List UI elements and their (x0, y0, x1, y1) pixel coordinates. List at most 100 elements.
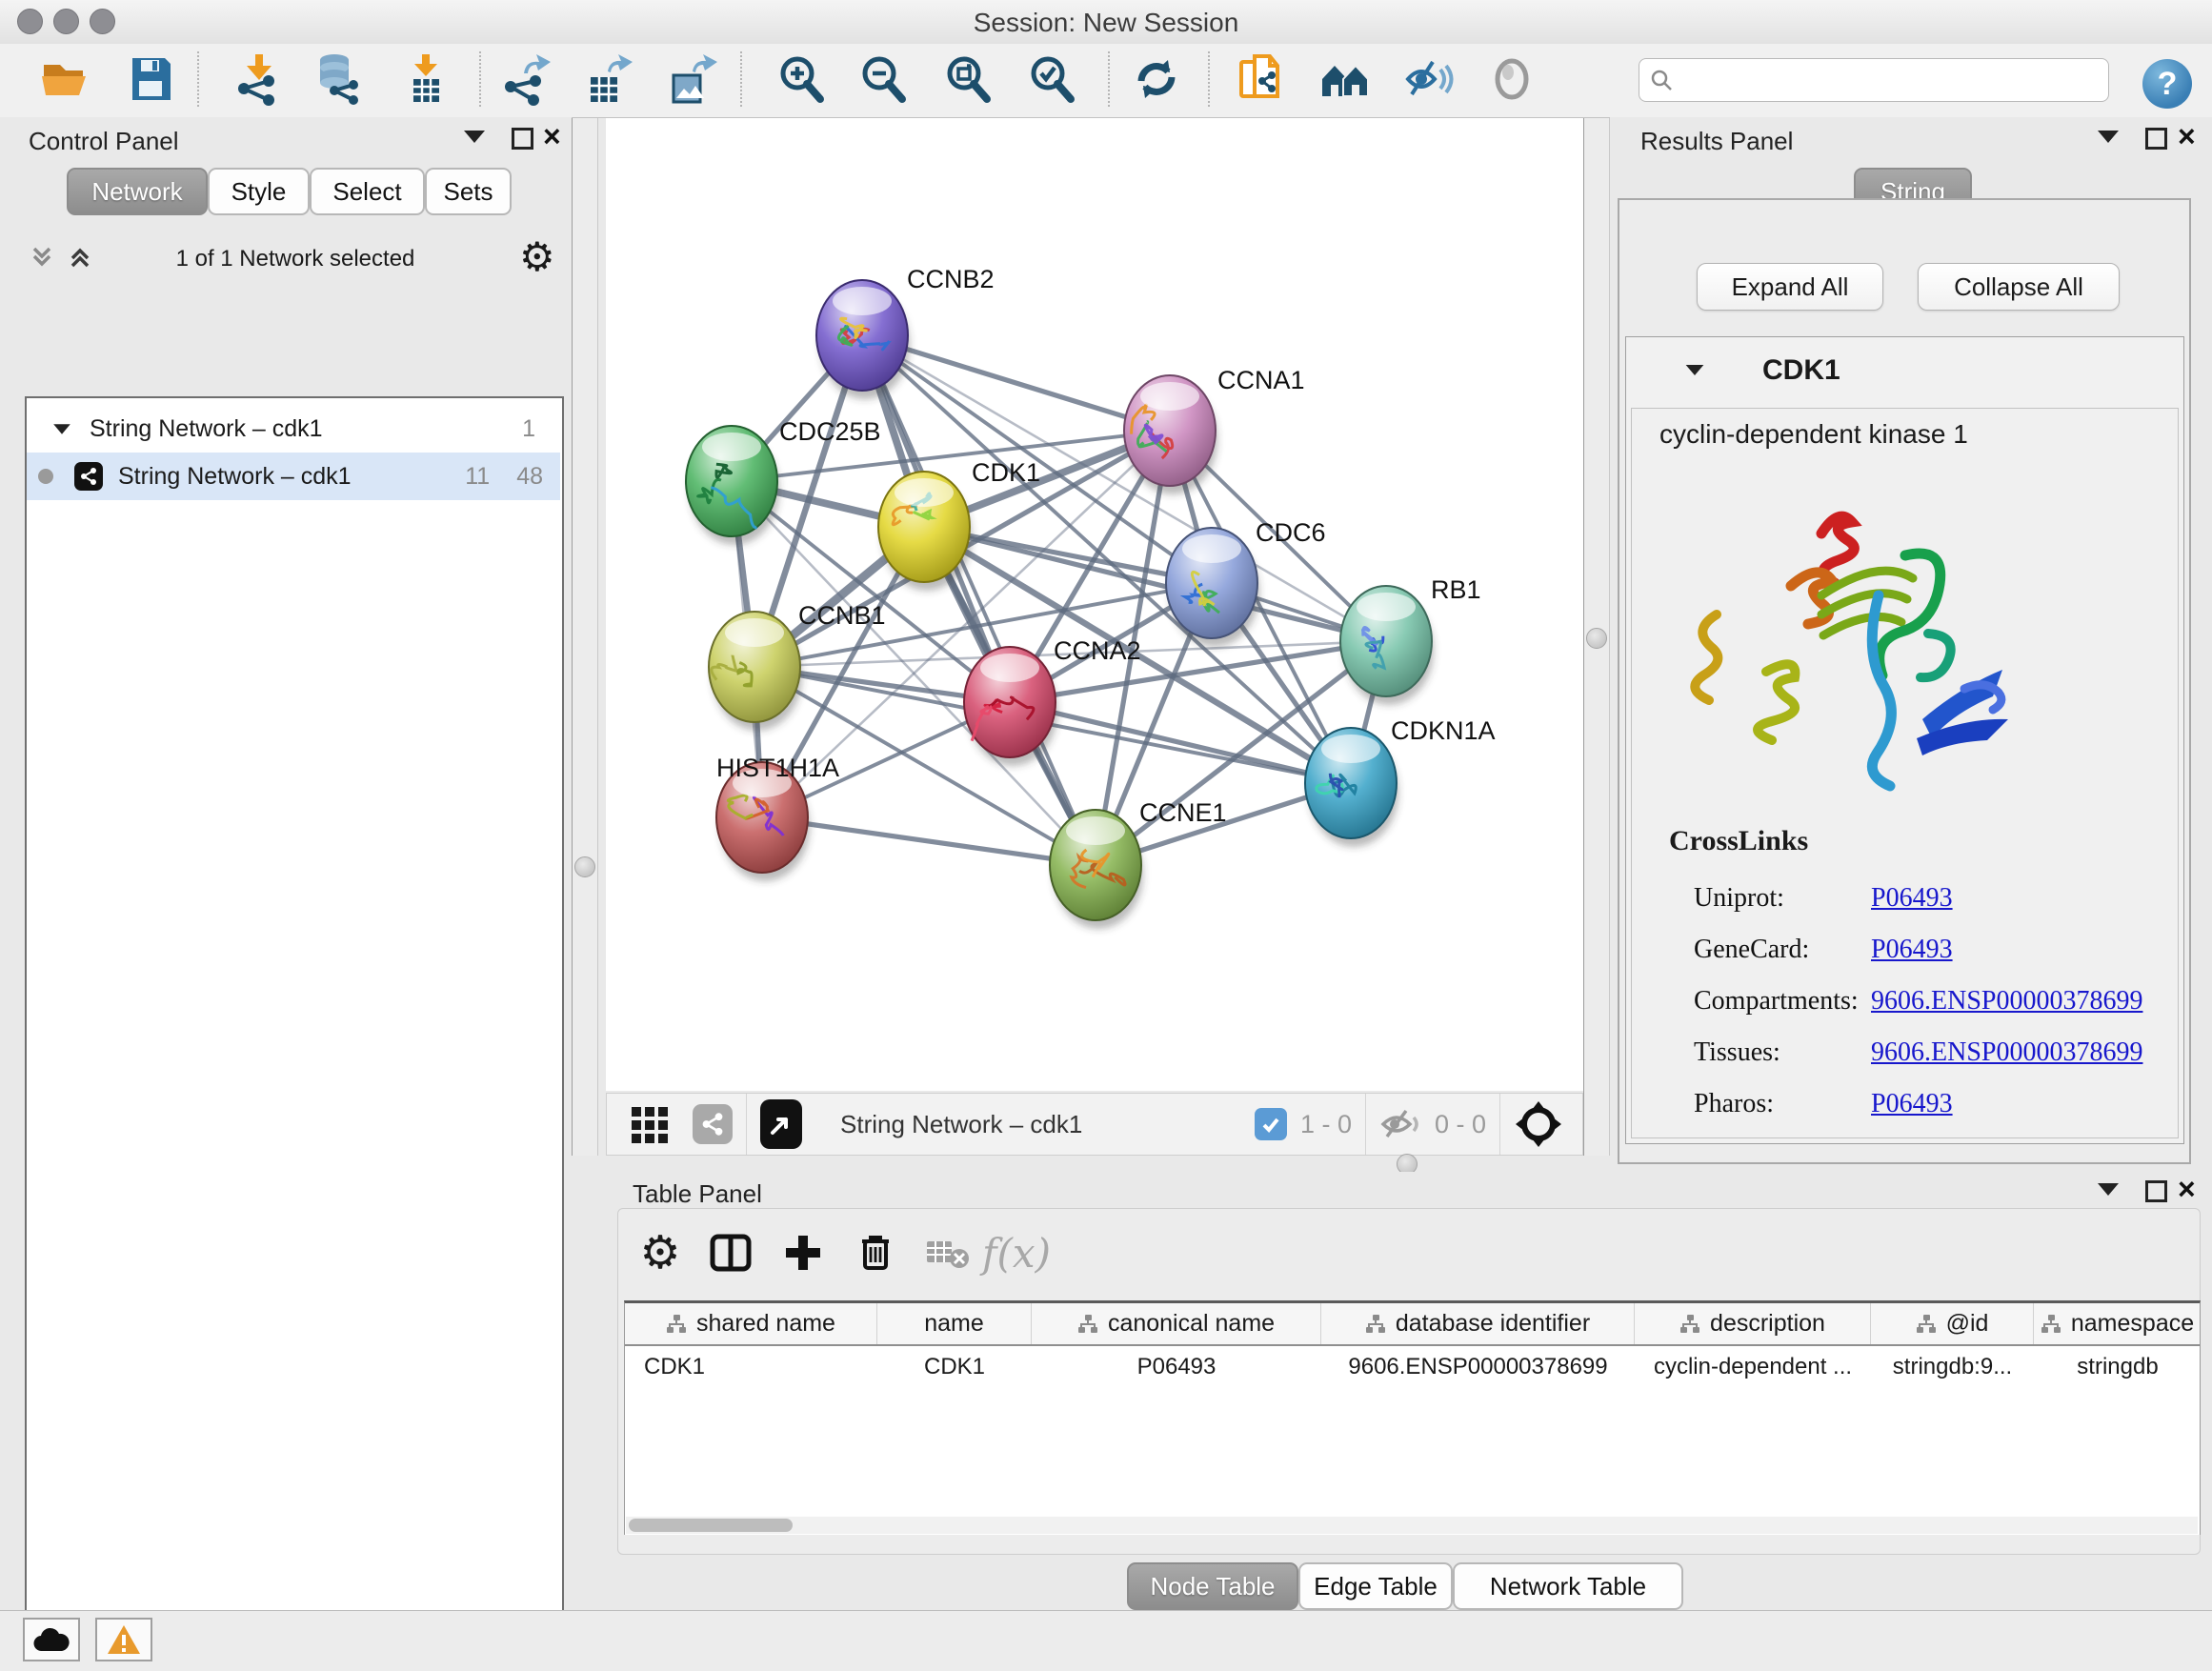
panel-maximize-icon[interactable] (512, 128, 533, 150)
table-cell[interactable]: stringdb (2034, 1346, 2201, 1388)
hidden-eye-icon[interactable] (1379, 1105, 1423, 1143)
panel-close-icon[interactable]: × (2178, 127, 2196, 146)
create-column-icon[interactable] (776, 1226, 830, 1279)
left-splitter[interactable] (572, 118, 598, 1156)
table-row[interactable]: CDK1CDK1P064939606.ENSP00000378699cyclin… (625, 1346, 2200, 1388)
selected-checkbox-icon[interactable] (1255, 1108, 1287, 1140)
column-header-database-identifier[interactable]: database identifier (1321, 1303, 1635, 1344)
apply-layout-button[interactable] (1129, 51, 1184, 107)
crosslink-value-link[interactable]: 9606.ENSP00000378699 (1871, 1037, 2142, 1068)
panel-float-icon[interactable] (464, 131, 485, 143)
crosslink-value-link[interactable]: P06493 (1871, 883, 1953, 914)
table-cell[interactable]: CDK1 (877, 1346, 1032, 1388)
network-edge[interactable] (862, 335, 1096, 865)
panel-maximize-icon[interactable] (2145, 128, 2167, 150)
table-cell[interactable]: stringdb:9... (1871, 1346, 2034, 1388)
zoom-selected-button[interactable] (1024, 51, 1079, 107)
delete-column-trash-icon[interactable] (849, 1226, 902, 1279)
network-edge[interactable] (1010, 702, 1351, 783)
table-cell[interactable]: P06493 (1032, 1346, 1321, 1388)
crosslink-value-link[interactable]: P06493 (1871, 1089, 1953, 1119)
hide-selected-button[interactable] (1401, 51, 1457, 107)
scrollbar-thumb[interactable] (629, 1519, 793, 1532)
collapse-all-tree-icon[interactable] (29, 243, 61, 272)
network-view-icon[interactable] (693, 1104, 733, 1144)
network-node-CDKN1A[interactable]: CDKN1A (1305, 716, 1496, 847)
tab-network[interactable]: Network (67, 168, 208, 215)
network-node-CCNB1[interactable]: CCNB1 (709, 601, 886, 731)
tree-expand-icon[interactable] (53, 424, 70, 433)
tab-select[interactable]: Select (310, 168, 425, 215)
tab-sets[interactable]: Sets (425, 168, 512, 215)
search-field[interactable] (1639, 58, 2109, 102)
zoom-in-button[interactable] (774, 51, 829, 107)
clone-network-button[interactable] (1233, 51, 1288, 107)
right-splitter[interactable] (1583, 118, 1610, 1156)
tab-edge-table[interactable]: Edge Table (1298, 1562, 1453, 1610)
export-table-button[interactable] (580, 51, 635, 107)
crosslink-value-link[interactable]: 9606.ENSP00000378699 (1871, 986, 2142, 1017)
network-node-CDK1[interactable]: CDK1 (878, 458, 1040, 591)
table-cell[interactable]: 9606.ENSP00000378699 (1321, 1346, 1635, 1388)
table-options-gear-icon[interactable]: ⚙ (633, 1226, 687, 1279)
collapse-all-button[interactable]: Collapse All (1918, 263, 2120, 311)
export-network-icon (499, 52, 553, 106)
column-header-description[interactable]: description (1635, 1303, 1871, 1344)
help-button[interactable]: ? (2142, 59, 2192, 109)
search-input[interactable] (1681, 66, 2099, 94)
column-header-namespace[interactable]: namespace (2034, 1303, 2201, 1344)
import-table-button[interactable] (398, 51, 453, 107)
table-cell[interactable]: cyclin-dependent ... (1635, 1346, 1871, 1388)
network-row-selected[interactable]: String Network – cdk1 11 48 (27, 453, 560, 500)
function-builder-icon[interactable]: f(x) (990, 1226, 1043, 1279)
column-header-name[interactable]: name (877, 1303, 1032, 1344)
network-node-CDC6[interactable]: CDC6 (1166, 518, 1326, 647)
panel-float-icon[interactable] (2098, 1183, 2119, 1196)
gene-collapse-icon[interactable] (1686, 365, 1704, 375)
splitter-handle[interactable] (574, 856, 595, 877)
fit-selected-target-icon[interactable] (1514, 1099, 1563, 1149)
first-neighbors-button[interactable] (1317, 51, 1373, 107)
tab-network-table[interactable]: Network Table (1453, 1562, 1683, 1610)
export-network-button[interactable] (498, 51, 553, 107)
show-columns-icon[interactable] (704, 1226, 757, 1279)
show-all-button[interactable] (1484, 51, 1539, 107)
table-horizontal-scrollbar[interactable] (626, 1517, 2198, 1534)
panel-maximize-icon[interactable] (2145, 1180, 2167, 1202)
network-options-gear-icon[interactable]: ⚙ (519, 233, 555, 280)
tab-node-table[interactable]: Node Table (1127, 1562, 1298, 1610)
network-node-RB1[interactable]: RB1 (1340, 575, 1481, 705)
import-network-file-button[interactable] (231, 51, 287, 107)
network-collection-row[interactable]: String Network – cdk1 1 (27, 408, 560, 450)
network-node-CCNE1[interactable]: CCNE1 (1050, 798, 1227, 929)
export-image-button[interactable] (663, 51, 718, 107)
zoom-fit-button[interactable] (940, 51, 995, 107)
warnings-button[interactable] (95, 1618, 152, 1661)
network-edge[interactable] (762, 817, 1096, 865)
birds-eye-view-icon[interactable] (760, 1099, 802, 1149)
expand-all-tree-icon[interactable] (67, 243, 99, 272)
network-node-CDC25B[interactable]: CDC25B (686, 417, 881, 545)
table-cell[interactable]: CDK1 (625, 1346, 877, 1388)
splitter-handle[interactable] (1586, 628, 1607, 649)
column-header-canonical-name[interactable]: canonical name (1032, 1303, 1321, 1344)
expand-all-button[interactable]: Expand All (1697, 263, 1883, 311)
save-session-button[interactable] (124, 51, 179, 107)
import-network-database-button[interactable] (311, 51, 366, 107)
network-node-HIST1H1A[interactable]: HIST1H1A (716, 754, 839, 881)
cloud-button[interactable] (23, 1618, 80, 1661)
network-canvas[interactable]: CCNB2CCNA1CDC25BCDK1CDC6RB1CCNB1CCNA2CDK… (606, 118, 1583, 1091)
panel-float-icon[interactable] (2098, 131, 2119, 143)
panel-close-icon[interactable]: × (2178, 1179, 2196, 1198)
network-node-CCNB2[interactable]: CCNB2 (816, 265, 995, 399)
network-graph[interactable]: CCNB2CCNA1CDC25BCDK1CDC6RB1CCNB1CCNA2CDK… (606, 118, 1583, 1091)
grid-view-icon[interactable] (630, 1103, 672, 1145)
panel-close-icon[interactable]: × (543, 127, 561, 146)
open-session-button[interactable] (38, 51, 93, 107)
delete-table-icon[interactable] (921, 1226, 975, 1279)
column-header--id[interactable]: @id (1871, 1303, 2034, 1344)
column-header-shared-name[interactable]: shared name (625, 1303, 877, 1344)
tab-style[interactable]: Style (208, 168, 310, 215)
crosslink-value-link[interactable]: P06493 (1871, 935, 1953, 965)
zoom-out-button[interactable] (855, 51, 911, 107)
